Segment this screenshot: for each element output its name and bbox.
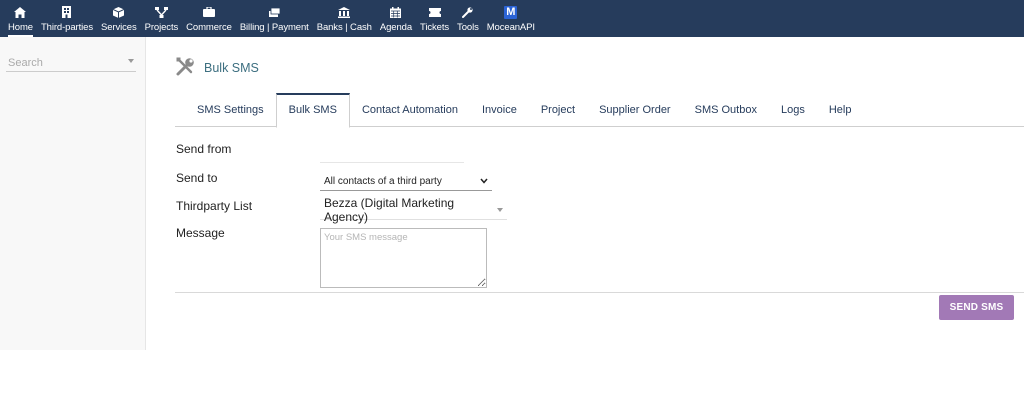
chevron-down-icon [497,208,503,212]
tab-logs[interactable]: Logs [769,93,817,127]
sitemap-icon [154,5,168,19]
tab-sms-settings[interactable]: SMS Settings [185,93,276,127]
moceanapi-logo-letter: M [504,5,518,19]
nav-item-third-parties[interactable]: Third-parties [37,0,97,37]
send-to-label: Send to [176,171,218,185]
nav-label: Agenda [379,22,412,33]
nav-item-billing-payment[interactable]: Billing | Payment [236,0,313,37]
bank-icon [338,5,351,19]
nav-label: Home [8,22,33,33]
money-bill-icon [268,5,280,19]
calendar-icon [390,5,402,19]
nav-label: MoceanAPI [486,22,535,33]
tab-contact-automation[interactable]: Contact Automation [350,93,470,127]
tools-icon [175,56,196,80]
nav-label: Projects [144,22,179,33]
message-textarea[interactable] [320,228,487,288]
moceanapi-logo-icon: M [504,5,518,19]
send-to-value: All contacts of a third party [324,176,442,187]
nav-label: Tools [457,22,479,33]
tab-bar: SMS Settings Bulk SMS Contact Automation… [175,93,1024,128]
nav-item-home[interactable]: Home [4,0,37,37]
nav-item-banks-cash[interactable]: Banks | Cash [313,0,376,37]
send-sms-button[interactable]: SEND SMS [939,295,1014,320]
cube-icon [113,5,125,19]
thirdparty-value: Bezza (Digital Marketing Agency) [324,196,455,224]
nav-label: Banks | Cash [316,22,372,33]
nav-item-services[interactable]: Services [97,0,141,37]
nav-label: Services [100,22,137,33]
send-from-field[interactable] [320,162,464,163]
tab-bulk-sms[interactable]: Bulk SMS [275,93,350,128]
nav-item-tools[interactable]: Tools [453,0,483,37]
thirdparty-select[interactable]: Bezza (Digital Marketing Agency) [320,196,507,224]
left-sidebar [0,37,146,350]
thirdparty-list-label: Thirdparty List [176,199,253,213]
tab-help[interactable]: Help [817,93,864,127]
page-title: Bulk SMS [175,56,259,80]
nav-item-tickets[interactable]: Tickets [416,0,453,37]
tab-sms-outbox[interactable]: SMS Outbox [683,93,769,127]
chevron-down-icon[interactable] [128,59,134,63]
nav-item-commerce[interactable]: Commerce [182,0,236,37]
nav-item-agenda[interactable]: Agenda [376,0,416,37]
nav-item-moceanapi[interactable]: M MoceanAPI [483,0,539,37]
send-from-label: Send from [176,142,232,156]
wrench-icon [462,5,473,19]
search-input[interactable] [6,55,120,71]
nav-label: Tickets [420,22,450,33]
message-label: Message [176,226,225,240]
top-menu-bar: Home Third-parties Services Projects Com… [0,0,1024,37]
form-divider [175,292,1024,293]
chevron-down-icon [480,176,488,187]
nav-label: Third-parties [40,22,93,33]
tab-project[interactable]: Project [529,93,587,127]
ticket-icon [428,5,441,19]
home-icon [14,5,27,19]
tab-supplier-order[interactable]: Supplier Order [587,93,683,127]
nav-label: Commerce [186,22,232,33]
send-to-select[interactable]: All contacts of a third party [320,173,492,191]
suitcase-icon [202,5,215,19]
page-title-text: Bulk SMS [204,61,259,75]
search-box[interactable] [6,55,136,72]
tab-invoice[interactable]: Invoice [470,93,529,127]
building-icon [62,5,72,19]
nav-label: Billing | Payment [239,22,309,33]
nav-item-projects[interactable]: Projects [141,0,183,37]
